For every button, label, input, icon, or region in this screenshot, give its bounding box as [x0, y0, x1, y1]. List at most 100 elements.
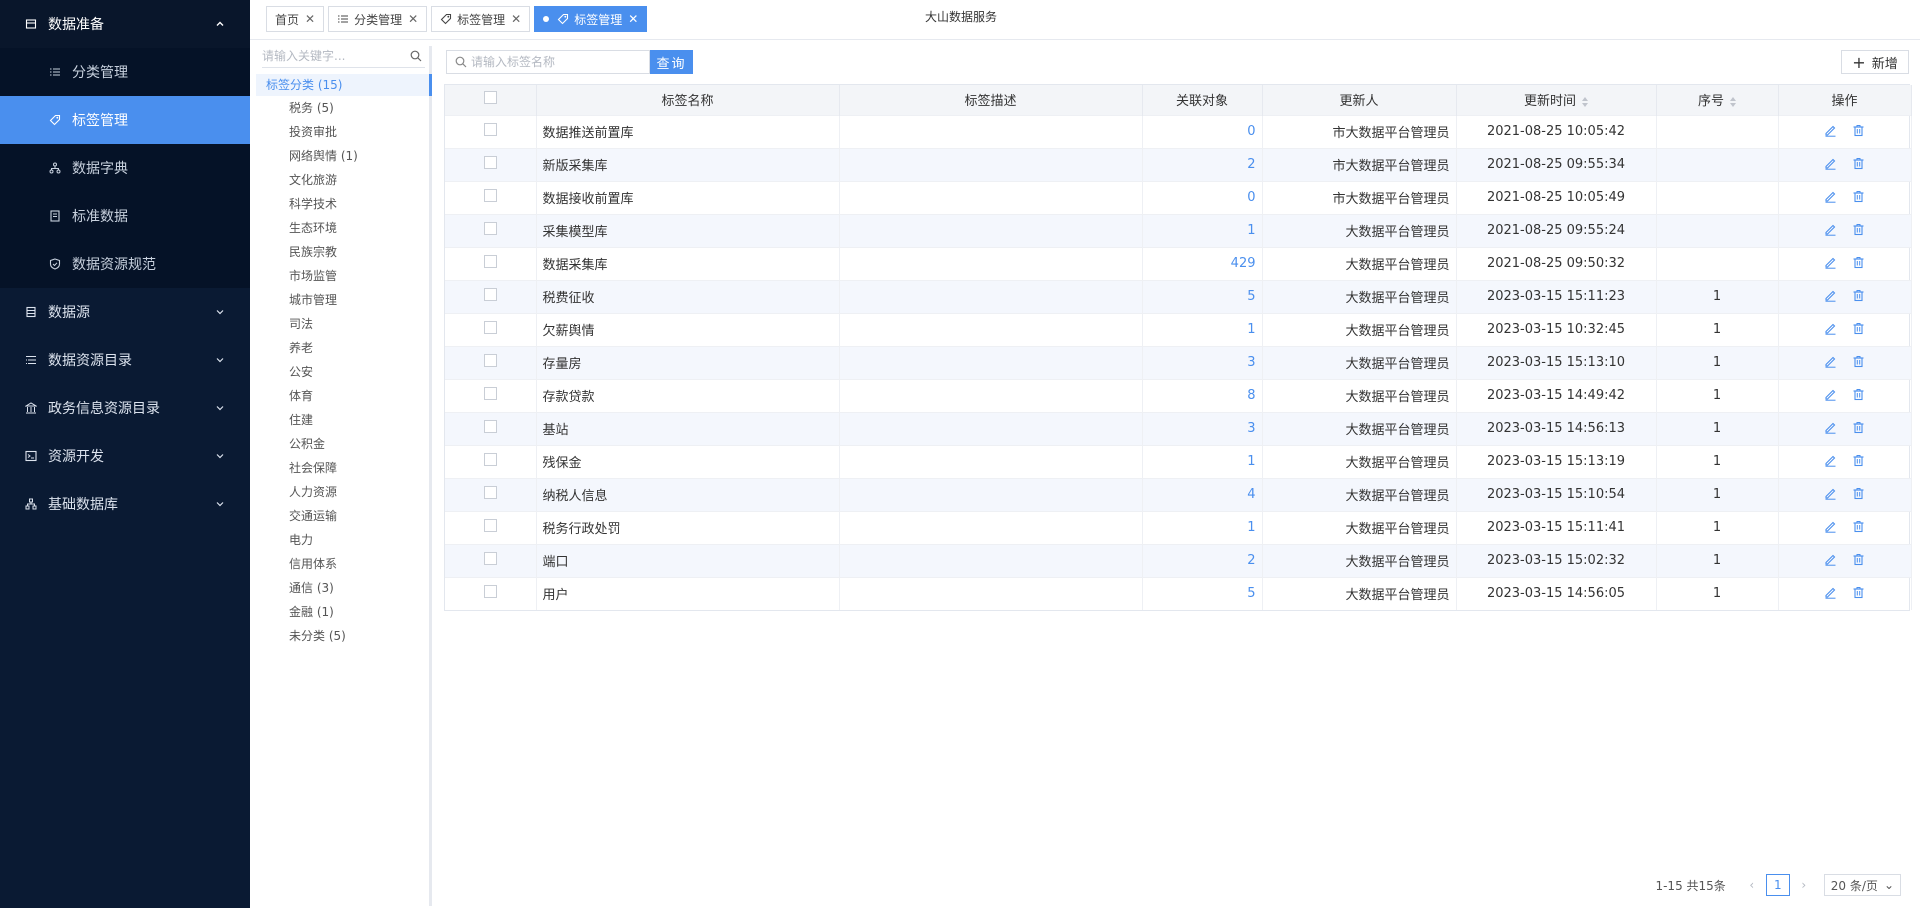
delete-icon[interactable]	[1851, 585, 1867, 601]
table-row[interactable]: 存款贷款 8 大数据平台管理员 2023-03-15 14:49:42 1	[445, 378, 1912, 412]
delete-icon[interactable]	[1851, 320, 1867, 336]
related-count-link[interactable]: 8	[1247, 388, 1255, 403]
sidebar-item-1[interactable]: 标签管理	[0, 96, 250, 144]
related-count-link[interactable]: 0	[1247, 190, 1255, 205]
delete-icon[interactable]	[1851, 221, 1867, 237]
delete-icon[interactable]	[1851, 518, 1867, 534]
tree-node[interactable]: 公安	[256, 360, 429, 384]
sidebar-group-5[interactable]: 基础数据库	[0, 480, 250, 528]
related-count-link[interactable]: 2	[1247, 157, 1255, 172]
next-page-icon[interactable]: ›	[1796, 878, 1812, 892]
tab-3[interactable]: 标签管理 ✕	[534, 6, 648, 32]
sidebar-group-3[interactable]: 政务信息资源目录	[0, 384, 250, 432]
sidebar-item-3[interactable]: 标准数据	[0, 192, 250, 240]
tree-search-input[interactable]	[262, 46, 402, 66]
edit-icon[interactable]	[1823, 452, 1839, 468]
related-count-link[interactable]: 3	[1247, 355, 1255, 370]
search-icon[interactable]	[409, 49, 423, 63]
table-row[interactable]: 纳税人信息 4 大数据平台管理员 2023-03-15 15:10:54 1	[445, 477, 1912, 511]
related-count-link[interactable]: 0	[1247, 124, 1255, 139]
tree-node[interactable]: 人力资源	[256, 480, 429, 504]
delete-icon[interactable]	[1851, 386, 1867, 402]
row-checkbox[interactable]	[483, 189, 497, 202]
delete-icon[interactable]	[1851, 188, 1867, 204]
edit-icon[interactable]	[1823, 485, 1839, 501]
related-count-link[interactable]: 1	[1247, 520, 1255, 535]
tree-node[interactable]: 市场监管	[256, 264, 429, 288]
tree-node[interactable]: 民族宗教	[256, 240, 429, 264]
row-checkbox[interactable]	[483, 519, 497, 532]
tree-node[interactable]: 通信 (3)	[256, 576, 429, 600]
edit-icon[interactable]	[1823, 386, 1839, 402]
edit-icon[interactable]	[1823, 287, 1839, 303]
edit-icon[interactable]	[1823, 419, 1839, 435]
column-header-seq[interactable]: 序号	[1656, 85, 1779, 115]
delete-icon[interactable]	[1851, 287, 1867, 303]
table-row[interactable]: 税务行政处罚 1 大数据平台管理员 2023-03-15 15:11:41 1	[445, 510, 1912, 544]
delete-icon[interactable]	[1851, 155, 1867, 171]
tree-node[interactable]: 体育	[256, 384, 429, 408]
query-button[interactable]: 查询	[650, 50, 693, 74]
tab-2[interactable]: 标签管理 ✕	[431, 6, 531, 32]
table-row[interactable]: 用户 5 大数据平台管理员 2023-03-15 14:56:05 1	[445, 576, 1912, 610]
tree-node[interactable]: 未分类 (5)	[256, 624, 429, 648]
related-count-link[interactable]: 429	[1231, 256, 1256, 271]
page-number[interactable]: 1	[1765, 874, 1790, 896]
row-checkbox[interactable]	[483, 387, 497, 400]
tree-root-node[interactable]: 标签分类 (15)	[256, 74, 432, 96]
row-checkbox[interactable]	[483, 552, 497, 565]
delete-icon[interactable]	[1851, 551, 1867, 567]
close-icon[interactable]: ✕	[305, 12, 315, 26]
close-icon[interactable]: ✕	[628, 12, 638, 26]
table-row[interactable]: 数据接收前置库 0 市大数据平台管理员 2021-08-25 10:05:49	[445, 180, 1912, 214]
sidebar-item-0[interactable]: 分类管理	[0, 48, 250, 96]
related-count-link[interactable]: 3	[1247, 421, 1255, 436]
row-checkbox[interactable]	[483, 453, 497, 466]
delete-icon[interactable]	[1851, 254, 1867, 270]
close-icon[interactable]: ✕	[408, 12, 418, 26]
sidebar-group-0[interactable]: 数据准备	[0, 0, 250, 48]
edit-icon[interactable]	[1823, 551, 1839, 567]
tree-node[interactable]: 信用体系	[256, 552, 429, 576]
row-checkbox[interactable]	[483, 321, 497, 334]
tree-node[interactable]: 司法	[256, 312, 429, 336]
tree-node[interactable]: 生态环境	[256, 216, 429, 240]
page-size-select[interactable]: 20 条/页 ⌄	[1823, 874, 1901, 896]
related-count-link[interactable]: 5	[1247, 586, 1255, 601]
edit-icon[interactable]	[1823, 320, 1839, 336]
tag-search-input[interactable]	[471, 52, 649, 72]
tree-node[interactable]: 税务 (5)	[256, 96, 429, 120]
prev-page-icon[interactable]: ‹	[1744, 878, 1760, 892]
related-count-link[interactable]: 2	[1247, 553, 1255, 568]
row-checkbox[interactable]	[483, 222, 497, 235]
table-row[interactable]: 税费征收 5 大数据平台管理员 2023-03-15 15:11:23 1	[445, 279, 1912, 313]
sidebar-group-2[interactable]: 数据资源目录	[0, 336, 250, 384]
tree-node[interactable]: 电力	[256, 528, 429, 552]
tree-node[interactable]: 社会保障	[256, 456, 429, 480]
column-header-time[interactable]: 更新时间	[1456, 85, 1657, 115]
edit-icon[interactable]	[1823, 221, 1839, 237]
row-checkbox[interactable]	[483, 255, 497, 268]
table-row[interactable]: 存量房 3 大数据平台管理员 2023-03-15 15:13:10 1	[445, 345, 1912, 379]
row-checkbox[interactable]	[483, 288, 497, 301]
table-row[interactable]: 欠薪舆情 1 大数据平台管理员 2023-03-15 10:32:45 1	[445, 312, 1912, 346]
related-count-link[interactable]: 1	[1247, 454, 1255, 469]
sidebar-group-1[interactable]: 数据源	[0, 288, 250, 336]
row-checkbox[interactable]	[483, 420, 497, 433]
tree-node[interactable]: 投资审批	[256, 120, 429, 144]
tree-node[interactable]: 交通运输	[256, 504, 429, 528]
tree-node[interactable]: 科学技术	[256, 192, 429, 216]
table-row[interactable]: 采集模型库 1 大数据平台管理员 2021-08-25 09:55:24	[445, 213, 1912, 247]
table-row[interactable]: 基站 3 大数据平台管理员 2023-03-15 14:56:13 1	[445, 411, 1912, 445]
tree-node[interactable]: 住建	[256, 408, 429, 432]
select-all-checkbox[interactable]	[483, 91, 497, 105]
edit-icon[interactable]	[1823, 188, 1839, 204]
delete-icon[interactable]	[1851, 353, 1867, 369]
tree-node[interactable]: 城市管理	[256, 288, 429, 312]
sidebar-item-2[interactable]: 数据字典	[0, 144, 250, 192]
related-count-link[interactable]: 1	[1247, 322, 1255, 337]
table-row[interactable]: 残保金 1 大数据平台管理员 2023-03-15 15:13:19 1	[445, 444, 1912, 478]
edit-icon[interactable]	[1823, 585, 1839, 601]
delete-icon[interactable]	[1851, 485, 1867, 501]
tree-node[interactable]: 养老	[256, 336, 429, 360]
